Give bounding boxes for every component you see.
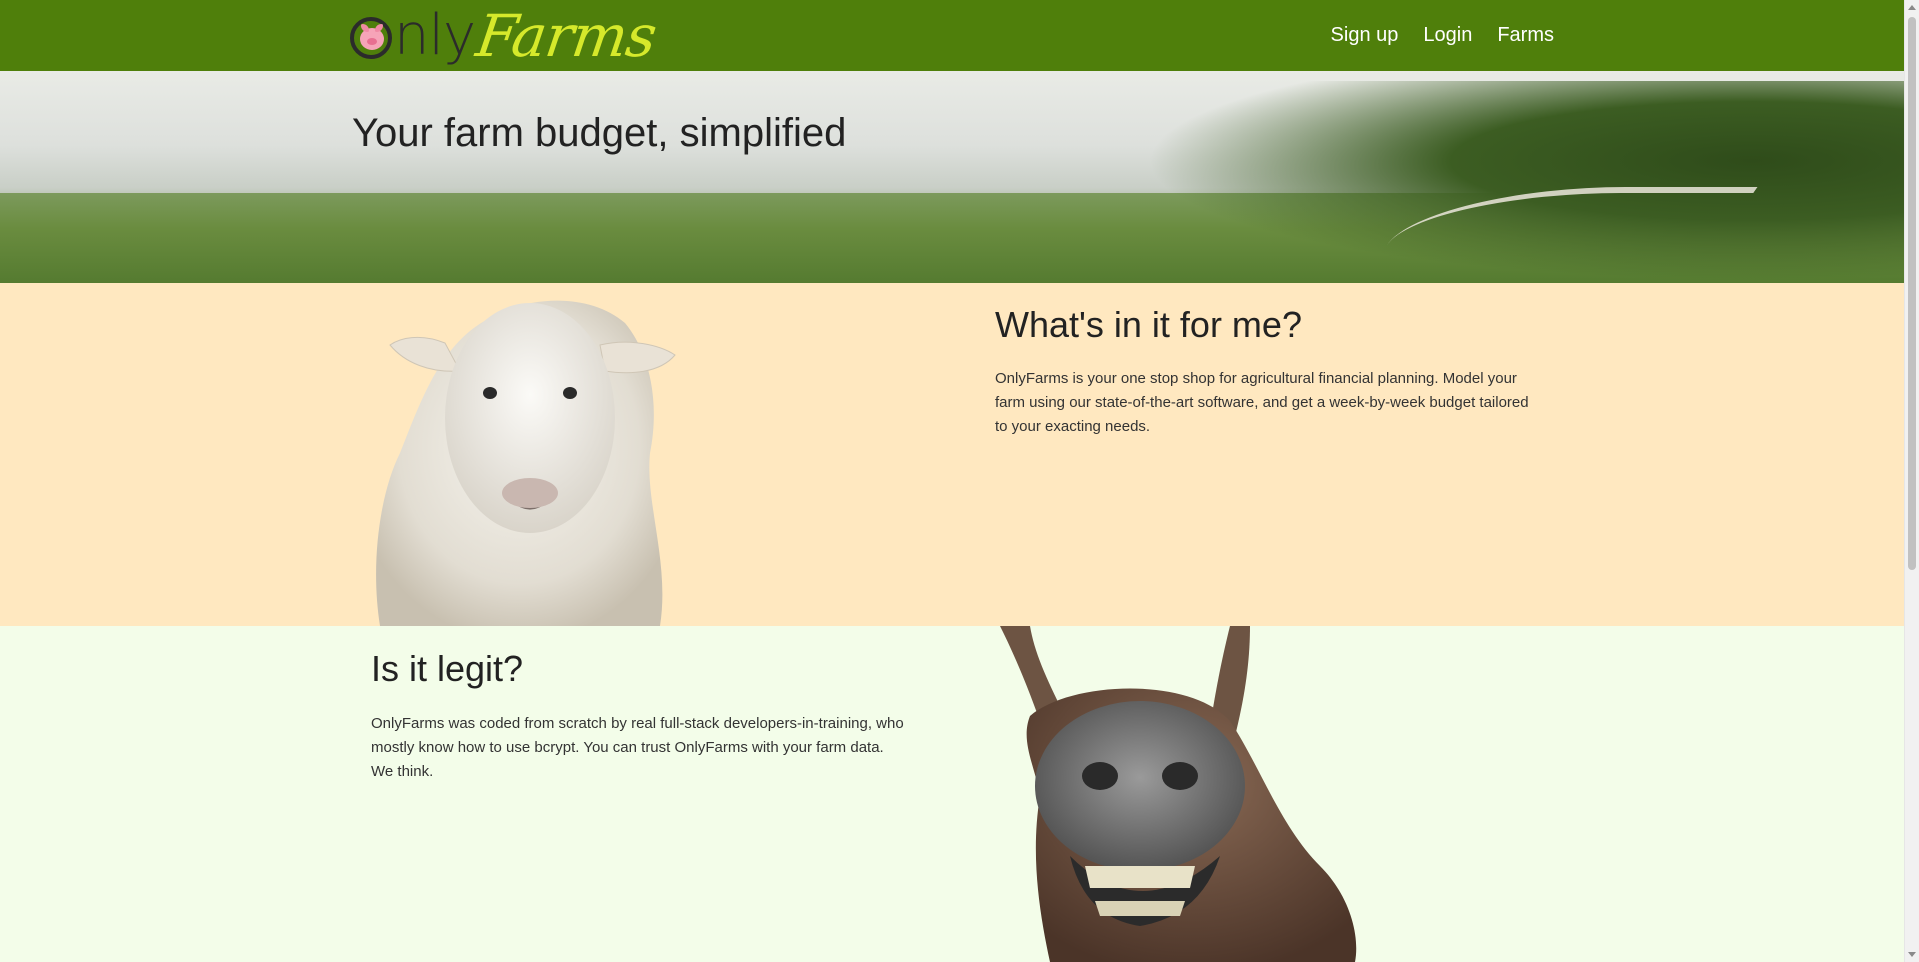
nav-farms-link[interactable]: Farms xyxy=(1497,24,1554,47)
legit-text-line1: OnlyFarms was coded from scratch by real… xyxy=(371,715,904,756)
benefits-heading: What's in it for me? xyxy=(995,304,1302,345)
page-scrollbar[interactable] xyxy=(1904,0,1919,962)
brand-farms-text: Farms xyxy=(472,1,661,70)
scroll-up-icon[interactable] xyxy=(1908,5,1916,10)
legit-section: Is it legit? OnlyFarms was coded from sc… xyxy=(0,626,1904,962)
sheep-image xyxy=(376,300,676,626)
donkey-image xyxy=(1000,626,1357,962)
brand-logo[interactable]: nly Farms xyxy=(350,0,660,71)
legit-text: OnlyFarms was coded from scratch by real… xyxy=(371,712,916,784)
scrollbar-thumb[interactable] xyxy=(1908,17,1916,570)
nav-links: Sign up Login Farms xyxy=(1331,0,1554,71)
hero-banner: Your farm budget, simplified xyxy=(0,71,1904,283)
benefits-section: What's in it for me? OnlyFarms is your o… xyxy=(0,283,1904,626)
navbar: nly Farms Sign up Login Farms xyxy=(0,0,1904,72)
legit-heading: Is it legit? xyxy=(371,648,524,689)
hero-title: Your farm budget, simplified xyxy=(352,111,847,155)
brand-only-text: nly xyxy=(350,7,476,64)
nav-signup-link[interactable]: Sign up xyxy=(1331,24,1399,47)
legit-text-line2: We think. xyxy=(371,763,434,780)
benefits-text: OnlyFarms is your one stop shop for agri… xyxy=(995,370,1529,435)
scroll-down-icon[interactable] xyxy=(1908,952,1916,957)
pig-logo-icon xyxy=(350,17,392,60)
nav-login-link[interactable]: Login xyxy=(1423,24,1472,47)
